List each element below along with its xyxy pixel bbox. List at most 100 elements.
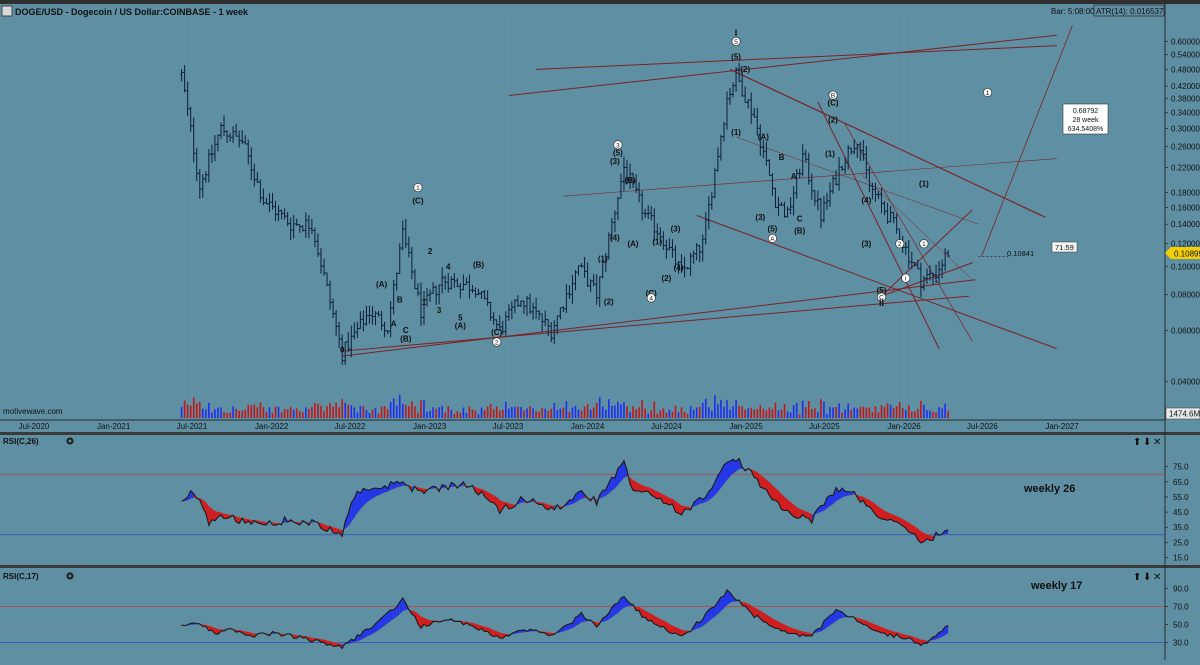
volume-bar xyxy=(726,400,728,418)
volume-bar xyxy=(426,412,428,418)
wave-label: (A) xyxy=(627,240,638,249)
symbol-icon[interactable] xyxy=(2,6,12,16)
volume-bar xyxy=(229,413,231,418)
wave-label: 1 xyxy=(983,88,991,97)
close-icon[interactable]: ✕ xyxy=(1153,572,1161,583)
volume-bar xyxy=(660,410,662,418)
settings-icon[interactable] xyxy=(66,437,73,444)
x-tick-label: Jul-2024 xyxy=(651,422,682,431)
volume-bar xyxy=(550,409,552,418)
volume-bar xyxy=(208,403,210,418)
volume-bar xyxy=(781,410,783,418)
volume-bar xyxy=(384,406,386,418)
volume-bar xyxy=(463,408,465,418)
volume-bar xyxy=(238,411,240,418)
volume-bar xyxy=(411,401,413,418)
volume-bar xyxy=(305,407,307,418)
volume-bar xyxy=(908,405,910,418)
volume-bar xyxy=(866,408,868,418)
volume-bar xyxy=(332,407,334,418)
x-tick-label: Jan-2022 xyxy=(255,422,289,431)
wave-label: C xyxy=(797,215,803,224)
volume-bar xyxy=(360,406,362,418)
volume-bar xyxy=(744,410,746,418)
volume-bar xyxy=(257,407,259,418)
volume-bar xyxy=(190,406,192,418)
volume-bar xyxy=(944,404,946,418)
volume-bar xyxy=(396,406,398,418)
rsi-fill xyxy=(363,488,366,505)
x-tick-label: Jul-2021 xyxy=(177,422,208,431)
wave-label-text: 0 xyxy=(340,345,345,354)
wave-label: A xyxy=(791,172,797,181)
x-tick-label: Jul-2025 xyxy=(809,422,840,431)
rsi-26-annotation: weekly 26 xyxy=(1023,483,1075,495)
close-icon[interactable]: ✕ xyxy=(1153,437,1161,448)
settings-icon[interactable] xyxy=(66,572,73,579)
move-up-icon[interactable]: ⬆ xyxy=(1133,572,1141,583)
rsi-17-title: RSI(C,17) xyxy=(3,572,39,581)
pane-divider[interactable] xyxy=(0,565,1200,568)
volume-bar xyxy=(514,407,516,418)
volume-bar xyxy=(281,412,283,418)
y-tick-label: 55.0 xyxy=(1173,493,1189,502)
volume-bar xyxy=(644,409,646,418)
volume-bar xyxy=(672,412,674,418)
volume-bar xyxy=(760,405,762,418)
pane-divider[interactable] xyxy=(0,432,1200,435)
volume-bar xyxy=(920,401,922,418)
wave-label: (B) xyxy=(400,335,411,344)
volume-bar xyxy=(366,410,368,418)
volume-bar xyxy=(529,406,531,418)
wave-label: 2 xyxy=(493,338,501,347)
volume-bar xyxy=(678,412,680,418)
volume-bar xyxy=(578,410,580,418)
volume-bar xyxy=(563,408,565,418)
volume-bar xyxy=(753,410,755,418)
volume-bar xyxy=(390,402,392,418)
wave-label-text: 5 xyxy=(734,39,738,46)
volume-bar xyxy=(402,404,404,418)
volume-bar xyxy=(835,407,837,418)
volume-bar xyxy=(899,402,901,418)
wave-label: (B) xyxy=(624,176,635,185)
volume-bar xyxy=(850,410,852,418)
volume-bar xyxy=(199,402,201,418)
volume-bar xyxy=(784,404,786,418)
volume-bar xyxy=(932,412,934,418)
y-tick-label: 50.0 xyxy=(1173,621,1189,630)
wave-label-text: I xyxy=(735,28,738,38)
volume-bar xyxy=(560,409,562,418)
volume-bar xyxy=(947,411,949,418)
volume-bar xyxy=(499,411,501,418)
y-tick-label: 35.0 xyxy=(1173,523,1189,532)
move-down-icon[interactable]: ⬇ xyxy=(1143,572,1151,583)
volume-bar xyxy=(711,411,713,418)
volume-bar xyxy=(235,409,237,418)
volume-bar xyxy=(341,399,343,418)
volume-bar xyxy=(723,407,725,418)
y-tick-label: 0.38000 xyxy=(1171,95,1200,104)
wave-label: 1 xyxy=(422,298,427,307)
wave-label-text: 1 xyxy=(922,241,926,248)
x-tick-label: Jan-2024 xyxy=(571,422,605,431)
move-up-icon[interactable]: ⬆ xyxy=(1133,437,1141,448)
volume-bar xyxy=(669,410,671,418)
move-down-icon[interactable]: ⬇ xyxy=(1143,437,1151,448)
volume-bar xyxy=(481,408,483,418)
volume-bar xyxy=(859,407,861,418)
wave-label-text: (4) xyxy=(861,196,871,205)
volume-bar xyxy=(817,412,819,418)
volume-bar xyxy=(905,410,907,418)
wave-label: (2) xyxy=(661,274,671,283)
volume-bar xyxy=(690,406,692,418)
wave-label-text: (1) xyxy=(598,255,608,264)
volume-bar xyxy=(829,407,831,418)
volume-bar xyxy=(750,408,752,418)
y-tick-label: 0.26000 xyxy=(1171,142,1200,151)
wave-label: (2) xyxy=(604,297,614,306)
volume-bar xyxy=(541,408,543,418)
rsi-fill xyxy=(648,612,651,620)
volume-bar xyxy=(490,404,492,418)
volume-bar xyxy=(693,410,695,418)
